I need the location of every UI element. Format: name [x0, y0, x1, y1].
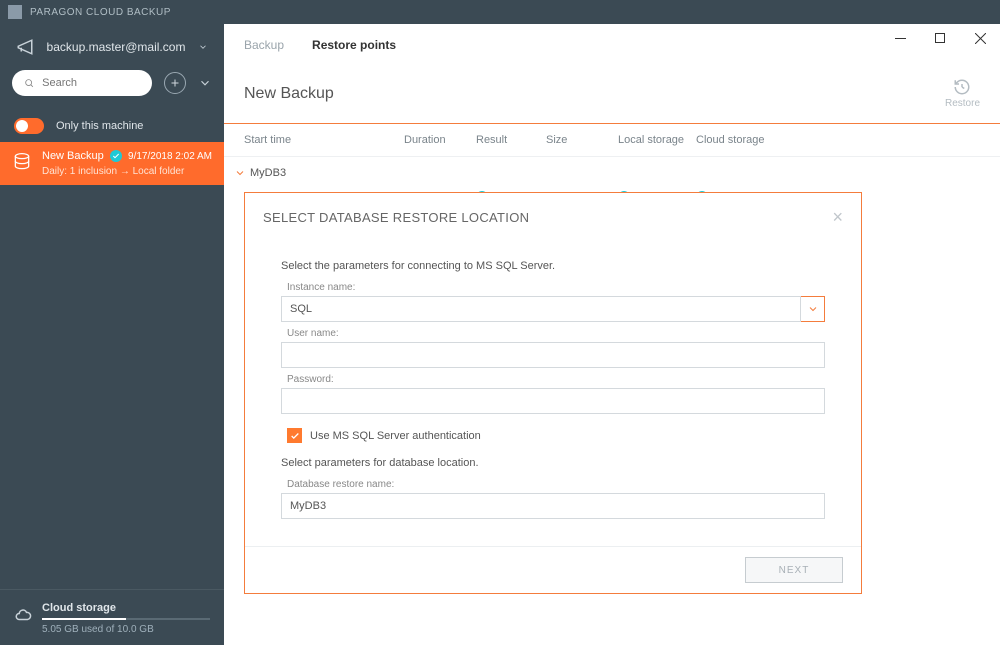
search-icon: [24, 77, 34, 89]
account-email: backup.master@mail.com: [46, 40, 186, 54]
check-icon: [110, 150, 122, 162]
dialog-section2: Select parameters for database location.: [281, 457, 825, 469]
instance-dropdown-button[interactable]: [801, 296, 825, 322]
sidebar: backup.master@mail.com Only this machine: [0, 24, 224, 645]
toggle-label: Only this machine: [56, 120, 143, 132]
backup-list-item[interactable]: New Backup 9/17/2018 2:02 AM Daily: 1 in…: [0, 142, 224, 185]
account-row[interactable]: backup.master@mail.com: [0, 24, 224, 70]
app-title: PARAGON CLOUD BACKUP: [30, 7, 171, 18]
sql-auth-checkbox[interactable]: [287, 428, 302, 443]
col-duration-header: Duration: [404, 134, 476, 146]
storage-text: 5.05 GB used of 10.0 GB: [42, 624, 210, 635]
restore-icon: [953, 78, 971, 96]
next-button[interactable]: NEXT: [745, 557, 843, 583]
backup-detail: Daily: 1 inclusion → Local folder: [42, 166, 212, 177]
tab-restore-points[interactable]: Restore points: [312, 38, 396, 58]
grid-header: Start time Duration Result Size Local st…: [224, 124, 1000, 157]
user-name-input[interactable]: [281, 342, 825, 368]
restore-location-dialog: SELECT DATABASE RESTORE LOCATION × Selec…: [244, 192, 862, 594]
chevron-down-icon: [198, 42, 208, 52]
restore-name-label: Database restore name:: [287, 479, 825, 490]
titlebar: PARAGON CLOUD BACKUP: [0, 0, 1000, 24]
password-input[interactable]: [281, 388, 825, 414]
dialog-close-button[interactable]: ×: [832, 207, 843, 228]
instance-name-input[interactable]: [281, 296, 801, 322]
close-button[interactable]: [960, 24, 1000, 52]
tab-backup[interactable]: Backup: [244, 38, 284, 58]
restore-name-input[interactable]: [281, 493, 825, 519]
instance-name-label: Instance name:: [287, 282, 825, 293]
col-local-header: Local storage: [618, 134, 696, 146]
storage-title: Cloud storage: [42, 602, 210, 614]
cloud-icon: [14, 606, 32, 624]
col-result-header: Result: [476, 134, 546, 146]
dialog-title: SELECT DATABASE RESTORE LOCATION: [263, 210, 832, 225]
sql-auth-label: Use MS SQL Server authentication: [310, 430, 481, 442]
megaphone-icon: [16, 38, 34, 56]
col-cloud-header: Cloud storage: [696, 134, 786, 146]
maximize-button[interactable]: [920, 24, 960, 52]
storage-bar: [42, 618, 210, 620]
add-button[interactable]: [164, 72, 186, 94]
password-label: Password:: [287, 374, 825, 385]
app-icon: [8, 5, 22, 19]
user-name-label: User name:: [287, 328, 825, 339]
db-group-row[interactable]: MyDB3: [224, 157, 1000, 185]
chevron-down-icon[interactable]: [198, 76, 212, 90]
backup-time: 9/17/2018 2:02 AM: [128, 151, 212, 162]
search-input[interactable]: [42, 77, 140, 89]
minimize-button[interactable]: [880, 24, 920, 52]
page-title: New Backup: [244, 85, 945, 103]
col-size-header: Size: [546, 134, 618, 146]
restore-button[interactable]: Restore: [945, 78, 980, 109]
dialog-section1: Select the parameters for connecting to …: [281, 260, 825, 272]
database-icon: [12, 152, 32, 172]
search-box[interactable]: [12, 70, 152, 96]
only-this-machine-toggle[interactable]: [14, 118, 44, 134]
col-start-header: Start time: [244, 134, 404, 146]
storage-footer: Cloud storage 5.05 GB used of 10.0 GB: [0, 589, 224, 645]
backup-name: New Backup: [42, 150, 104, 162]
chevron-down-icon: [234, 167, 246, 179]
